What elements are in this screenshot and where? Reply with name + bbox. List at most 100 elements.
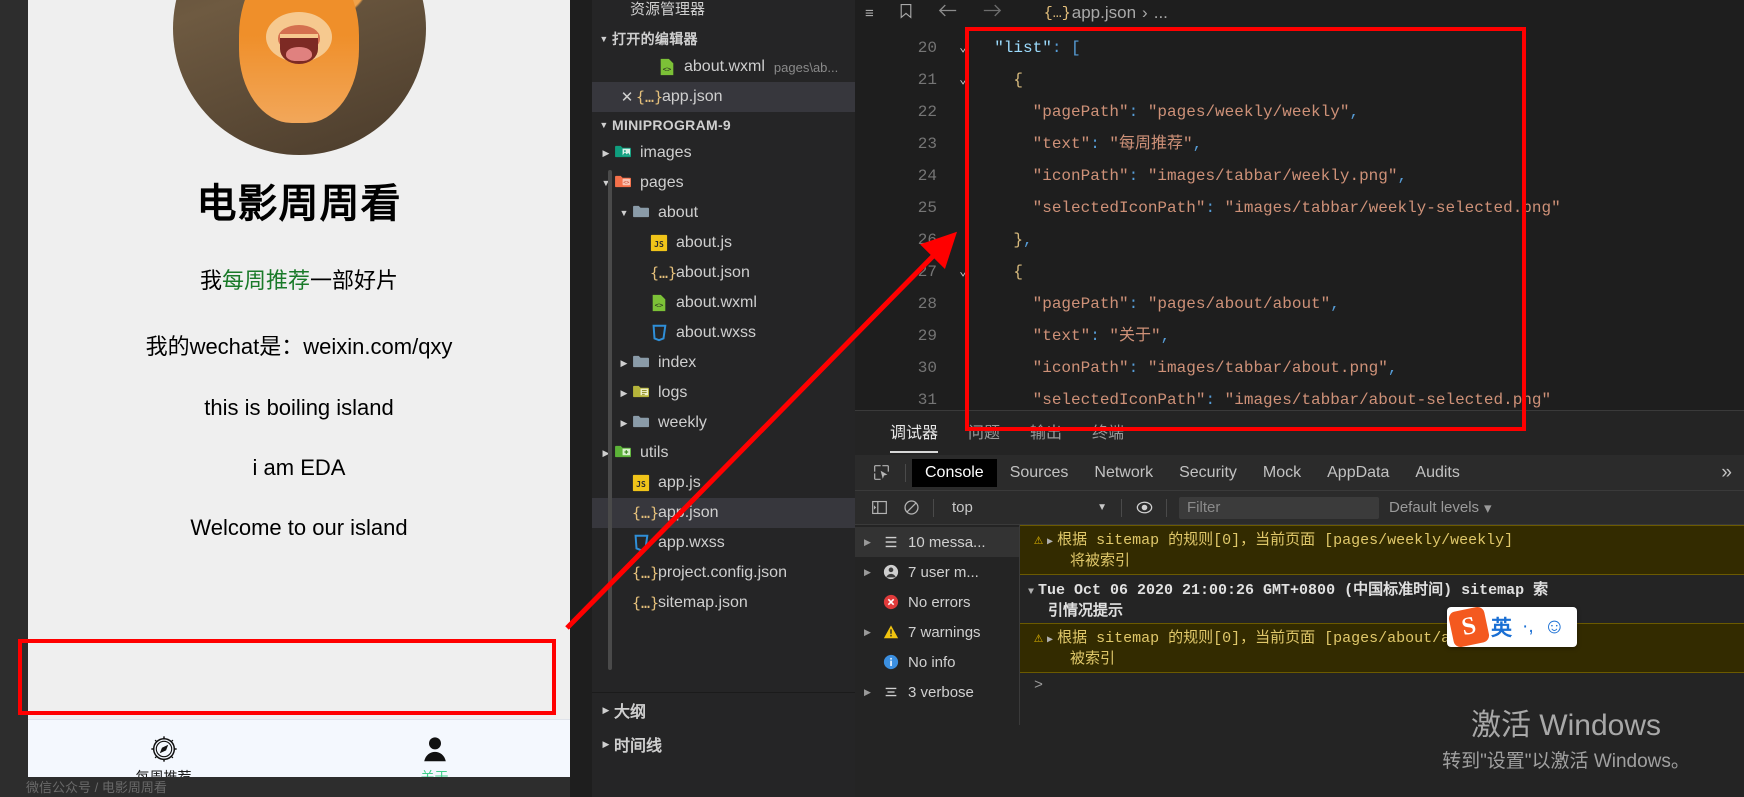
tree-row[interactable]: ▶ images <box>592 138 855 168</box>
debugger-tab-输出[interactable]: 输出 <box>1030 419 1062 447</box>
tree-row[interactable]: app.wxss <box>592 528 855 558</box>
devtools-tab-appdata[interactable]: AppData <box>1314 459 1402 487</box>
code-line[interactable]: { <box>975 256 1744 288</box>
console-warning-entry[interactable]: ⚠ ▶ 根据 sitemap 的规则[0]，当前页面 [pages/about/ab… <box>1020 623 1744 673</box>
debugger-tab-终端[interactable]: 终端 <box>1092 419 1124 447</box>
debugger-tab-调试器[interactable]: 调试器 <box>890 419 939 453</box>
console-filter-input[interactable]: Filter <box>1179 496 1379 519</box>
console-sidebar-item[interactable]: No errors <box>855 587 1019 617</box>
execution-context-select[interactable]: top ▼ <box>940 499 1115 516</box>
tree-row[interactable]: ▼ about <box>592 198 855 228</box>
code-area[interactable]: 20 ⌄ 21 ⌄ 22 23 24 25 26 27 ⌄ 28 29 30 31 "list": [ { … <box>855 26 1744 440</box>
tree-row[interactable]: {…} about.json <box>592 258 855 288</box>
console-sidebar-item[interactable]: ▶ 10 messa... <box>855 527 1019 557</box>
console-sidebar-item[interactable]: No info <box>855 647 1019 677</box>
code-line[interactable]: "selectedIconPath": "images/tabbar/weekl… <box>975 192 1744 224</box>
tree-row[interactable]: ▶ weekly <box>592 408 855 438</box>
sogou-ime-bar[interactable]: S 英 ·, ☺ <box>1447 605 1578 649</box>
tabbar-item-about[interactable]: 关于 <box>299 734 570 784</box>
forward-arrow-icon[interactable] <box>982 3 1002 23</box>
console-sidebar-item[interactable]: ▶ 7 warnings <box>855 617 1019 647</box>
fold-chevron-icon[interactable]: ⌄ <box>949 64 967 96</box>
tabbar-item-weekly[interactable]: 每周推荐 <box>28 734 299 784</box>
breadcrumb-path[interactable]: {…} app.json › ... <box>1044 3 1168 23</box>
fold-chevron-icon[interactable]: ⌄ <box>949 32 967 64</box>
plain-text: 我 <box>199 268 222 293</box>
console-warning-entry[interactable]: ⚠ ▶ 根据 sitemap 的规则[0]，当前页面 [pages/weekly/w… <box>1020 525 1744 575</box>
open-editor-item[interactable]: <> about.wxml pages\ab... <box>592 52 855 82</box>
tree-row[interactable]: JS about.js <box>592 228 855 258</box>
inspect-element-icon[interactable] <box>863 455 899 491</box>
tree-row[interactable]: ▶ utils <box>592 438 855 468</box>
tree-row[interactable]: ▶ logs <box>592 378 855 408</box>
chevron-right-icon[interactable]: ▶ <box>861 687 874 698</box>
chevron-right-icon[interactable]: ▶ <box>1047 536 1053 548</box>
console-prompt[interactable]: > <box>1020 673 1744 694</box>
svg-text:<>: <> <box>655 300 664 309</box>
code-line[interactable]: }, <box>975 224 1744 256</box>
chevron-right-icon[interactable]: ▶ <box>861 567 874 578</box>
ime-mode-label[interactable]: 英 <box>1491 612 1512 642</box>
console-sidebar-item[interactable]: ▶ 7 user m... <box>855 557 1019 587</box>
open-editors-header[interactable]: ▼ 打开的编辑器 <box>592 26 855 52</box>
debugger-tab-问题[interactable]: 问题 <box>968 419 1000 447</box>
chevron-right-icon: ▶ <box>602 147 610 158</box>
log-levels-select[interactable]: Default levels ▾ <box>1389 499 1492 517</box>
breadcrumb-rest[interactable]: ... <box>1154 3 1168 23</box>
explorer-section-header[interactable]: ▶ 大纲 <box>592 693 855 727</box>
back-arrow-icon[interactable] <box>938 3 958 23</box>
tree-row[interactable]: {…} app.json <box>592 498 855 528</box>
code-line[interactable]: "text": "关于", <box>975 320 1744 352</box>
code-line[interactable]: "list": [ <box>975 32 1744 64</box>
project-header[interactable]: ▼ MINIPROGRAM-9 <box>592 112 855 138</box>
devtools-tab-sources[interactable]: Sources <box>997 459 1082 487</box>
tree-row[interactable]: {…} project.config.json <box>592 558 855 588</box>
tree-row[interactable]: ▶ index <box>592 348 855 378</box>
tree-row[interactable]: <> about.wxml <box>592 288 855 318</box>
code-line[interactable]: "text": "每周推荐", <box>975 128 1744 160</box>
ime-emoji-icon[interactable]: ☺ <box>1544 615 1565 639</box>
code-line[interactable]: "iconPath": "images/tabbar/about.png", <box>975 352 1744 384</box>
code-token-key: "iconPath" <box>1032 359 1129 377</box>
ime-punctuation-icon[interactable]: ·, <box>1522 616 1534 638</box>
console-sidebar-item[interactable]: ▶ 3 verbose <box>855 677 1019 707</box>
chevron-down-icon[interactable]: ▼ <box>1028 587 1034 598</box>
code-line[interactable]: "iconPath": "images/tabbar/weekly.png", <box>975 160 1744 192</box>
explorer-section-header[interactable]: ▶ 时间线 <box>592 727 855 761</box>
chevron-right-icon[interactable]: ▶ <box>1047 634 1053 646</box>
eye-icon[interactable] <box>1128 499 1160 516</box>
toggle-sidebar-icon[interactable] <box>863 499 895 516</box>
code-line[interactable]: "pagePath": "pages/weekly/weekly", <box>975 96 1744 128</box>
bookmark-icon[interactable] <box>898 3 914 24</box>
tree-row[interactable]: JS app.js <box>592 468 855 498</box>
close-icon[interactable]: ✕ <box>618 88 636 106</box>
chevron-right-icon: ▶ <box>620 417 628 428</box>
devtools-tab-console[interactable]: Console <box>912 458 997 487</box>
more-tabs-icon[interactable]: » <box>1721 462 1744 484</box>
list-icon[interactable]: ≡ <box>865 5 874 22</box>
chevron-right-icon[interactable]: ▶ <box>861 537 874 548</box>
tree-row[interactable]: about.wxss <box>592 318 855 348</box>
fold-chevron-icon[interactable]: ⌄ <box>949 256 967 288</box>
devtools-tab-audits[interactable]: Audits <box>1402 459 1472 487</box>
chevron-right-icon[interactable]: ▶ <box>861 627 874 638</box>
console-group-entry[interactable]: ▼ Tue Oct 06 2020 21:00:26 GMT+0800 (中国标准… <box>1020 575 1744 623</box>
user-icon <box>880 564 902 580</box>
devtools-tab-mock[interactable]: Mock <box>1250 459 1314 487</box>
code-content[interactable]: "list": [ { "pagePath": "pages/weekly/we… <box>945 26 1744 440</box>
tree-row[interactable]: ▼ <> pages <box>592 168 855 198</box>
devtools-tab-network[interactable]: Network <box>1081 459 1166 487</box>
breadcrumb-file[interactable]: app.json <box>1072 3 1136 23</box>
console-sidebar-label: 7 warnings <box>908 623 981 641</box>
code-line[interactable]: "pagePath": "pages/about/about", <box>975 288 1744 320</box>
open-editor-item[interactable]: ✕ {…} app.json <box>592 82 855 112</box>
tree-row[interactable]: {…} sitemap.json <box>592 588 855 618</box>
devtools-tab-security[interactable]: Security <box>1166 459 1250 487</box>
tree-row-label: about.js <box>676 234 733 251</box>
code-line[interactable]: { <box>975 64 1744 96</box>
clear-console-icon[interactable] <box>895 499 927 516</box>
sogou-logo-icon[interactable]: S <box>1447 605 1491 649</box>
console-log-list[interactable]: ⚠ ▶ 根据 sitemap 的规则[0]，当前页面 [pages/weekly/w… <box>1020 525 1744 725</box>
explorer-scrollbar[interactable] <box>608 170 612 670</box>
